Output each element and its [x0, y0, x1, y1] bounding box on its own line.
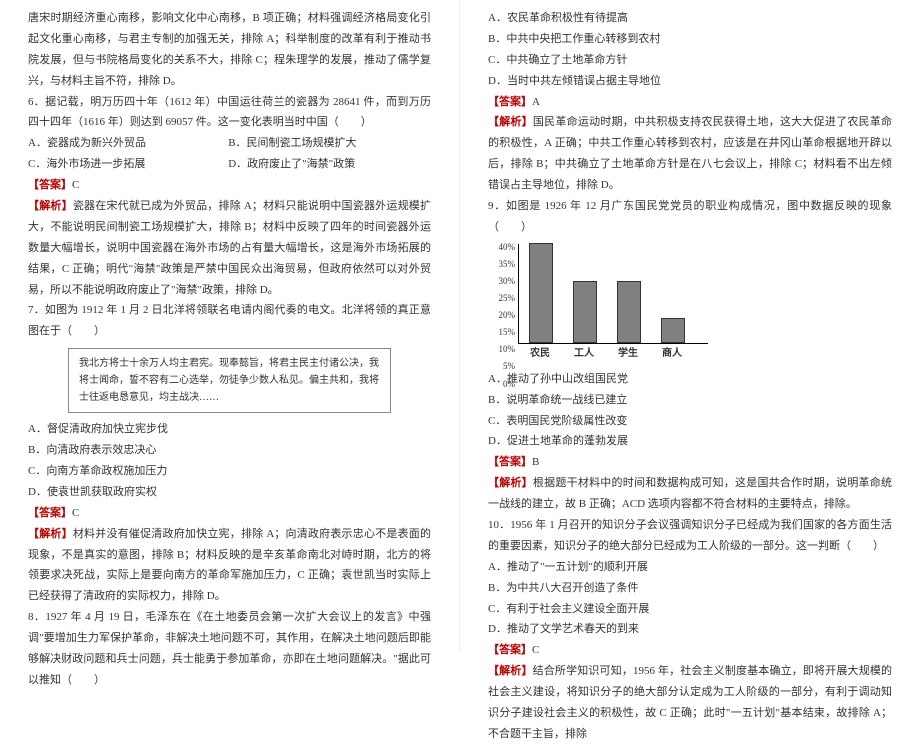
q6-option-d: D．政府废止了"海禁"政策 [228, 154, 425, 175]
q8-option-a: A．农民革命积极性有待提高 [488, 8, 892, 29]
ytick: 15% [489, 324, 515, 341]
bar-farmer [519, 243, 563, 343]
q7-analysis: 【解析】材料并没有催促清政府加快立宪，排除 A；向清政府表示忠心不是表面的现象，… [28, 524, 431, 608]
q7-option-b: B．向清政府表示效忠决心 [28, 440, 431, 461]
q6-option-a: A．瓷器成为新兴外贸品 [28, 133, 225, 154]
q8-answer: 【答案】A [488, 92, 892, 113]
ytick: 40% [489, 239, 515, 256]
q10-option-d: D．推动了文学艺术春天的到来 [488, 619, 892, 640]
q10-analysis-text: 结合所学知识可知，1956 年，社会主义制度基本确立，即将开展大规模的社会主义建… [488, 665, 892, 740]
ytick: 10% [489, 341, 515, 358]
q8-analysis-text: 国民革命运动时期，中共积极支持农民获得土地，这大大促进了农民革命的积极性，A 正… [488, 116, 892, 191]
ytick: 25% [489, 290, 515, 307]
page-container: 唐宋时期经济重心南移，影响文化中心南移，B 项正确；材料强调经济格局变化引起文化… [0, 0, 920, 651]
bar-worker [563, 281, 607, 343]
bar-student [607, 281, 651, 343]
q9-option-b: B．说明革命统一战线已建立 [488, 390, 892, 411]
chart-y-axis: 40% 35% 30% 25% 20% 15% 10% 5% 0% [489, 239, 515, 349]
q9-answer: 【答案】B [488, 452, 892, 473]
q7-stem: 7．如图为 1912 年 1 月 2 日北洋将领联名电请内阁代奏的电文。北洋将领… [28, 300, 431, 342]
xtick: 学生 [606, 344, 650, 363]
q9-answer-value: B [532, 456, 539, 468]
answer-label: 【答案】 [28, 507, 72, 519]
q7-option-d: D．使袁世凯获取政府实权 [28, 482, 431, 503]
answer-label: 【答案】 [488, 456, 532, 468]
q10-option-c: C．有利于社会主义建设全面开展 [488, 599, 892, 620]
q6-analysis: 【解析】瓷器在宋代就已成为外贸品，排除 A；材料只能说明中国瓷器外运规模扩大，不… [28, 196, 431, 300]
q9-analysis-text: 根据题干材料中的时间和数据构成可知，这是国共合作时期，说明革命统一战线的建立，故… [488, 477, 892, 510]
ytick: 0% [489, 376, 515, 393]
q9-option-d: D．促进土地革命的蓬勃发展 [488, 431, 892, 452]
q8-stem: 8．1927 年 4 月 19 日，毛泽东在《在土地委员会第一次扩大会议上的发言… [28, 607, 431, 691]
q7-analysis-text: 材料并没有催促清政府加快立宪，排除 A；向清政府表示忠心不是表面的现象，不是真实… [28, 528, 431, 603]
q9-stem: 9．如图是 1926 年 12 月广东国民党党员的职业构成情况，图中数据反映的现… [488, 196, 892, 238]
ytick: 5% [489, 358, 515, 375]
q9-bar-chart: 40% 35% 30% 25% 20% 15% 10% 5% 0% 农民 工人 [518, 244, 892, 363]
answer-label: 【答案】 [28, 179, 72, 191]
q7-answer: 【答案】C [28, 503, 431, 524]
q10-option-a: A．推动了"一五计划"的顺利开展 [488, 557, 892, 578]
analysis-label: 【解析】 [488, 477, 533, 489]
prev-analysis-cont: 唐宋时期经济重心南移，影响文化中心南移，B 项正确；材料强调经济格局变化引起文化… [28, 8, 431, 92]
q8-option-c: C．中共确立了土地革命方针 [488, 50, 892, 71]
q7-option-c: C．向南方革命政权施加压力 [28, 461, 431, 482]
q6-option-b: B．民间制瓷工场规模扩大 [228, 133, 425, 154]
q6-option-c: C．海外市场进一步拓展 [28, 154, 225, 175]
q7-answer-value: C [72, 507, 79, 519]
bar-merchant [651, 318, 695, 343]
analysis-label: 【解析】 [28, 528, 73, 540]
ytick: 20% [489, 307, 515, 324]
q7-quote-box: 我北方将士十余万人均主君宪。现奉懿旨，将君主民主付诸公决，我将士闻命，誓不容有二… [68, 348, 391, 413]
q8-option-b: B．中共中央把工作重心转移到农村 [488, 29, 892, 50]
q8-answer-value: A [532, 96, 540, 108]
chart-x-axis: 农民 工人 学生 商人 [518, 344, 708, 363]
q7-option-a: A．督促清政府加快立宪步伐 [28, 419, 431, 440]
analysis-label: 【解析】 [488, 665, 533, 677]
xtick: 农民 [518, 344, 562, 363]
answer-label: 【答案】 [488, 644, 532, 656]
chart-plot-area: 40% 35% 30% 25% 20% 15% 10% 5% 0% [518, 244, 708, 344]
q8-analysis: 【解析】国民革命运动时期，中共积极支持农民获得土地，这大大促进了农民革命的积极性… [488, 112, 892, 196]
q6-answer: 【答案】C [28, 175, 431, 196]
q6-stem: 6．据记载，明万历四十年（1612 年）中国运往荷兰的瓷器为 28641 件，而… [28, 92, 431, 134]
xtick: 工人 [562, 344, 606, 363]
q8-option-d: D．当时中共左倾错误占据主导地位 [488, 71, 892, 92]
xtick: 商人 [650, 344, 694, 363]
q10-stem: 10．1956 年 1 月召开的知识分子会议强调知识分子已经成为我们国家的各方面… [488, 515, 892, 557]
ytick: 35% [489, 256, 515, 273]
analysis-label: 【解析】 [28, 200, 73, 212]
q9-analysis: 【解析】根据题干材料中的时间和数据构成可知，这是国共合作时期，说明革命统一战线的… [488, 473, 892, 515]
q6-analysis-text: 瓷器在宋代就已成为外贸品，排除 A；材料只能说明中国瓷器外运规模扩大，不能说明民… [28, 200, 431, 296]
q10-analysis: 【解析】结合所学知识可知，1956 年，社会主义制度基本确立，即将开展大规模的社… [488, 661, 892, 745]
analysis-label: 【解析】 [488, 116, 533, 128]
q10-answer-value: C [532, 644, 539, 656]
ytick: 30% [489, 273, 515, 290]
answer-label: 【答案】 [488, 96, 532, 108]
left-column: 唐宋时期经济重心南移，影响文化中心南移，B 项正确；材料强调经济格局变化引起文化… [0, 0, 460, 651]
q9-option-a: A．推动了孙中山改组国民党 [488, 369, 892, 390]
q9-option-c: C．表明国民党阶级属性改变 [488, 411, 892, 432]
q10-option-b: B．为中共八大召开创造了条件 [488, 578, 892, 599]
right-column: A．农民革命积极性有待提高 B．中共中央把工作重心转移到农村 C．中共确立了土地… [460, 0, 920, 651]
q6-answer-value: C [72, 179, 79, 191]
